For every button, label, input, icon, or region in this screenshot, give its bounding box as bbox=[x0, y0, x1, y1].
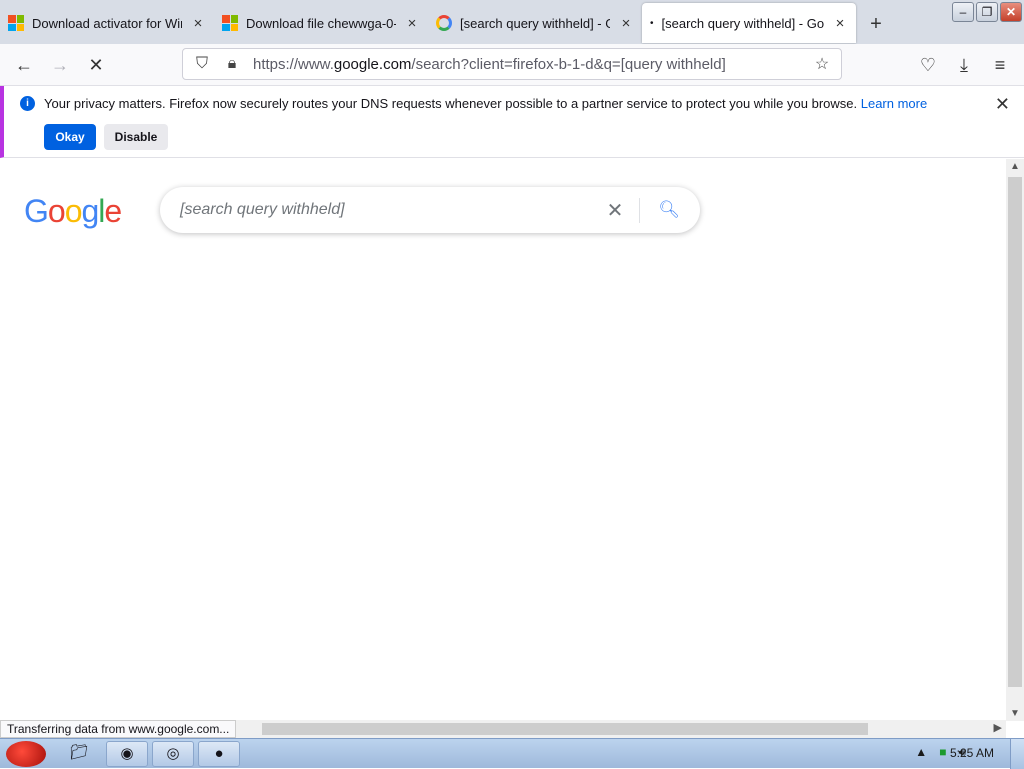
tab-close-icon[interactable]: × bbox=[832, 15, 848, 32]
window-controls: – ❐ ✕ bbox=[952, 2, 1022, 22]
tab-activator[interactable]: Download activator for Win × bbox=[0, 3, 214, 43]
scroll-thumb[interactable] bbox=[1008, 177, 1022, 687]
clear-search-icon[interactable]: ✕ bbox=[607, 197, 641, 223]
close-icon[interactable]: ✕ bbox=[995, 94, 1010, 115]
chrome-icon[interactable]: ◉ bbox=[106, 741, 148, 767]
maximize-button[interactable]: ❐ bbox=[976, 2, 998, 22]
address-bar[interactable]: ⛉ 🔒︎ https://www.google.com/search?clien… bbox=[182, 48, 842, 80]
back-button[interactable]: ← bbox=[10, 52, 38, 78]
minimize-button[interactable]: – bbox=[952, 2, 974, 22]
tab-strip: Download activator for Win × Download fi… bbox=[0, 0, 1024, 44]
navigation-toolbar: ← → ✕ ⛉ 🔒︎ https://www.google.com/search… bbox=[0, 44, 1024, 86]
status-text: Transferring data from www.google.com... bbox=[0, 720, 237, 738]
search-icon[interactable]: 🔍︎ bbox=[658, 200, 680, 220]
clock[interactable]: 5:25 AM bbox=[950, 746, 994, 760]
google-logo[interactable]: Google bbox=[24, 193, 122, 230]
learn-more-link[interactable]: Learn more bbox=[861, 96, 927, 111]
tab-close-icon[interactable]: × bbox=[190, 15, 206, 32]
tab-title: Download activator for Win bbox=[32, 15, 182, 31]
dns-notification-bar: i Your privacy matters. Firefox now secu… bbox=[0, 86, 1024, 158]
tab-close-icon[interactable]: × bbox=[404, 15, 420, 32]
search-box[interactable]: [search query withheld] ✕ 🔍︎ bbox=[160, 187, 700, 233]
tray-arrow-icon[interactable]: ▲ bbox=[915, 745, 927, 760]
new-tab-button[interactable]: + bbox=[856, 3, 896, 43]
horizontal-scrollbar[interactable]: ▶ Transferring data from www.google.com.… bbox=[0, 720, 1006, 738]
okay-button[interactable]: Okay bbox=[44, 124, 96, 150]
tab-download-file[interactable]: Download file chewwga-0-5 × bbox=[214, 3, 428, 43]
url-text[interactable]: https://www.google.com/search?client=fir… bbox=[253, 56, 801, 73]
tab-title: Download file chewwga-0-5 bbox=[246, 15, 396, 31]
tab-title: [search query withheld] - Goog bbox=[460, 15, 610, 31]
scroll-up-icon[interactable]: ▲ bbox=[1006, 161, 1024, 172]
downloads-icon[interactable]: ⤓ bbox=[950, 52, 978, 78]
lock-icon[interactable]: 🔒︎ bbox=[223, 55, 241, 73]
microsoft-icon bbox=[222, 15, 238, 31]
info-icon: i bbox=[20, 96, 35, 111]
tab-google-search-active[interactable]: • [search query withheld] - Google Se × bbox=[642, 3, 856, 43]
scroll-thumb[interactable] bbox=[262, 723, 868, 735]
shield-icon[interactable]: ⛉ bbox=[193, 55, 211, 73]
disable-button[interactable]: Disable bbox=[104, 124, 168, 150]
notification-message: Your privacy matters. Firefox now secure… bbox=[44, 96, 928, 111]
tab-close-icon[interactable]: × bbox=[618, 15, 634, 32]
close-window-button[interactable]: ✕ bbox=[1000, 2, 1022, 22]
network-icon[interactable]: ■ bbox=[939, 745, 946, 760]
app-icon[interactable]: ◎ bbox=[152, 741, 194, 767]
scroll-down-icon[interactable]: ▼ bbox=[1006, 708, 1024, 719]
stop-button[interactable]: ✕ bbox=[82, 52, 110, 78]
tab-google-search-1[interactable]: [search query withheld] - Goog × bbox=[428, 3, 642, 43]
show-desktop-button[interactable] bbox=[1010, 739, 1024, 769]
loading-dot-icon: • bbox=[650, 17, 654, 29]
forward-button[interactable]: → bbox=[46, 52, 74, 78]
page-content: Google [search query withheld] ✕ 🔍︎ bbox=[0, 159, 1006, 721]
microsoft-icon bbox=[8, 15, 24, 31]
tab-title: [search query withheld] - Google Se bbox=[661, 15, 824, 31]
explorer-icon[interactable]: 📁︎ bbox=[58, 741, 100, 767]
vertical-scrollbar[interactable]: ▲ ▼ bbox=[1006, 159, 1024, 721]
firefox-icon[interactable]: ● bbox=[198, 741, 240, 767]
scroll-right-icon[interactable]: ▶ bbox=[994, 721, 1002, 734]
search-input[interactable]: [search query withheld] bbox=[180, 201, 607, 219]
start-button[interactable] bbox=[6, 741, 46, 767]
pocket-icon[interactable]: ♡ bbox=[914, 52, 942, 78]
taskbar: 📁︎ ◉ ◎ ● ▲ ■ 🔊︎ 5:25 AM bbox=[0, 738, 1024, 769]
bookmark-star-icon[interactable]: ☆ bbox=[813, 54, 831, 74]
menu-icon[interactable]: ≡ bbox=[986, 52, 1014, 78]
google-icon bbox=[436, 15, 452, 31]
